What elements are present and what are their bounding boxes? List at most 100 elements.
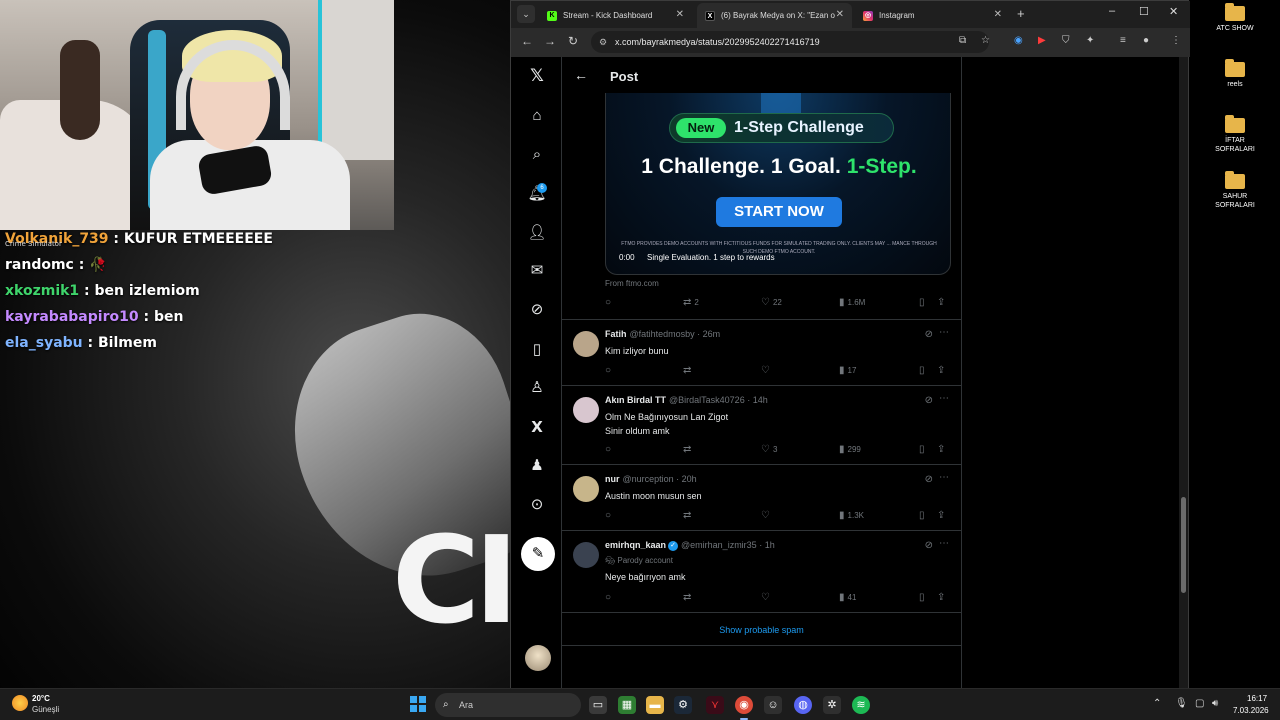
weather-sun-icon[interactable] <box>12 695 28 711</box>
maximize-button[interactable]: ☐ <box>1139 5 1149 18</box>
home-icon[interactable]: ⌂ <box>527 106 547 126</box>
display-name[interactable]: Akın Birdal TT <box>605 395 666 405</box>
handle-and-time[interactable]: @emirhan_izmir35 · 1h <box>681 540 775 550</box>
url-field[interactable]: ⚙ x.com/bayrakmedya/status/2029952402271… <box>591 31 989 53</box>
desktop-icon-reels[interactable]: reels <box>1190 59 1280 89</box>
bookmark-star-icon[interactable]: ☆ <box>981 35 990 46</box>
youtube-extension-icon[interactable]: ▶ <box>1038 35 1046 46</box>
tab-search-button[interactable]: ⌄ <box>517 5 535 23</box>
weather-condition[interactable]: Güneşli <box>32 705 59 714</box>
weather-temperature[interactable]: 20°C <box>32 694 50 703</box>
repost-icon[interactable]: ⇄ <box>683 365 694 376</box>
reply-icon[interactable]: ○ <box>605 444 614 455</box>
reply-post[interactable]: Fatih @fatihtedmosby · 26m ⊘ ⋯ Kim izliyor b… <box>562 319 961 385</box>
desktop-icon-iftar[interactable]: İFTAR SOFRALARI <box>1190 115 1280 154</box>
tab-close-icon[interactable]: ✕ <box>676 9 684 20</box>
display-name[interactable]: Fatih <box>605 329 627 339</box>
like-button[interactable]: ♡ 22 <box>761 297 782 308</box>
back-icon[interactable]: ← <box>521 34 533 48</box>
site-info-icon[interactable]: ⚙ <box>599 31 607 53</box>
desktop-icon-sahur[interactable]: SAHUR SOFRALARI <box>1190 171 1280 210</box>
profile-icon[interactable]: ● <box>1143 35 1149 46</box>
like-button[interactable]: ♡ <box>761 592 773 603</box>
browser-menu-icon[interactable]: ⋮ <box>1171 35 1181 46</box>
account-avatar[interactable] <box>525 645 551 671</box>
views-button[interactable]: ▮ 41 <box>839 592 856 603</box>
reply-post[interactable]: nur @nurception · 20h ⊘ ⋯ Austin moon musun … <box>562 464 961 530</box>
task-view-icon[interactable]: ▭ <box>589 696 607 714</box>
handle-and-time[interactable]: @nurception · 20h <box>623 474 697 484</box>
jobs-icon[interactable]: ♙ <box>527 378 547 398</box>
more-options-icon[interactable]: ⋯ <box>939 327 949 338</box>
media-app-icon[interactable]: ⋎ <box>706 696 724 714</box>
views-button[interactable]: ▮ 1.3K <box>839 510 864 521</box>
tab-close-icon[interactable]: ✕ <box>994 9 1002 20</box>
share-icon[interactable]: ⇪ <box>937 510 948 521</box>
clock-time[interactable]: 16:17 <box>1247 694 1267 703</box>
tab-kick-dashboard[interactable]: K Stream - Kick Dashboard ✕ <box>539 3 692 28</box>
install-icon[interactable]: ⧉ <box>959 35 966 46</box>
like-button[interactable]: ♡ <box>761 365 773 376</box>
more-options-icon[interactable]: ⋯ <box>939 472 949 483</box>
reply-icon[interactable]: ○ <box>605 592 614 603</box>
back-arrow-icon[interactable]: ← <box>574 67 588 83</box>
reply-icon[interactable]: ○ <box>605 365 614 376</box>
like-button[interactable]: ♡ <box>761 510 773 521</box>
extension-1-icon[interactable]: ◉ <box>1014 35 1023 46</box>
more-options-icon[interactable]: ⋯ <box>939 538 949 549</box>
mail-icon[interactable]: ✉ <box>527 261 547 281</box>
share-icon[interactable]: ⇪ <box>937 592 948 603</box>
compose-post-button[interactable]: ✎ <box>521 537 555 571</box>
handle-and-time[interactable]: @fatihtedmosby · 26m <box>630 329 721 339</box>
reply-post[interactable]: Akın Birdal TT @BirdalTask40726 · 14h ⊘ ⋯ Ol… <box>562 385 961 464</box>
media-icon[interactable]: ≡ <box>1120 35 1126 46</box>
close-button[interactable]: ✕ <box>1169 5 1178 18</box>
grok-icon[interactable]: ⊘ <box>527 300 547 320</box>
scrollbar-thumb[interactable] <box>1181 497 1186 593</box>
taskbar-search[interactable]: ⌕ Ara <box>435 693 581 717</box>
steam-icon[interactable]: ⚙ <box>674 696 692 714</box>
repost-icon[interactable]: ⇄ <box>683 444 694 455</box>
follow-icon[interactable]: 👤︎ <box>527 223 547 243</box>
share-icon[interactable]: ⇪ <box>937 444 948 455</box>
display-icon[interactable]: ▢ <box>1195 698 1204 709</box>
reload-icon[interactable]: ↻ <box>568 34 578 48</box>
minimize-button[interactable]: – <box>1109 5 1115 17</box>
ad-media-card[interactable]: New 1-Step Challenge 1 Challenge. 1 Goal… <box>605 93 951 275</box>
shield-extension-icon[interactable]: ⛉ <box>1062 35 1070 46</box>
repost-icon[interactable]: ⇄ <box>683 592 694 603</box>
profile-icon[interactable]: ♟ <box>527 456 547 476</box>
spotify-icon[interactable]: ≋ <box>852 696 870 714</box>
new-tab-button[interactable]: + <box>1017 6 1025 21</box>
desktop-icon-atc-show[interactable]: ATC SHOW <box>1190 3 1280 33</box>
reply-icon[interactable]: ○ <box>605 297 614 308</box>
display-name[interactable]: emirhqn_kaan <box>605 540 666 550</box>
forward-icon[interactable]: → <box>544 34 556 48</box>
avatar[interactable] <box>573 542 599 568</box>
tray-overflow-icon[interactable]: ⌃ <box>1153 698 1161 709</box>
x-logo-icon[interactable]: 𝕏 <box>527 66 547 86</box>
handle-and-time[interactable]: @BirdalTask40726 · 14h <box>669 395 768 405</box>
avatar[interactable] <box>573 331 599 357</box>
tab-instagram[interactable]: ◎ Instagram ✕ <box>855 3 1010 28</box>
views-button[interactable]: ▮ 299 <box>839 444 861 455</box>
start-button[interactable] <box>410 696 426 712</box>
more-icon[interactable]: ⊙ <box>527 495 547 515</box>
repost-button[interactable]: ⇄ 2 <box>683 297 699 308</box>
bookmark-post-icon[interactable]: ▯ <box>919 444 928 455</box>
avatar[interactable] <box>573 476 599 502</box>
app-icon[interactable]: ☺ <box>764 696 782 714</box>
file-explorer-icon[interactable]: ▬ <box>646 696 664 714</box>
clock-date[interactable]: 7.03.2026 <box>1233 706 1269 715</box>
more-options-icon[interactable]: ⋯ <box>939 393 949 404</box>
tab-bayrak-medya[interactable]: X (6) Bayrak Medya on X: "Ezan o ✕ <box>697 3 852 28</box>
views-button[interactable]: ▮ 17 <box>839 365 856 376</box>
reply-icon[interactable]: ○ <box>605 510 614 521</box>
grok-icon[interactable]: ⊘ <box>925 329 933 340</box>
share-icon[interactable]: ⇪ <box>937 365 948 376</box>
ad-start-now-button[interactable]: START NOW <box>716 197 842 227</box>
tab-close-icon[interactable]: ✕ <box>836 9 844 20</box>
bookmark-post-icon[interactable]: ▯ <box>919 365 928 376</box>
grok-icon[interactable]: ⊘ <box>925 540 933 551</box>
volume-icon[interactable]: 🔊︎ <box>1212 698 1218 709</box>
